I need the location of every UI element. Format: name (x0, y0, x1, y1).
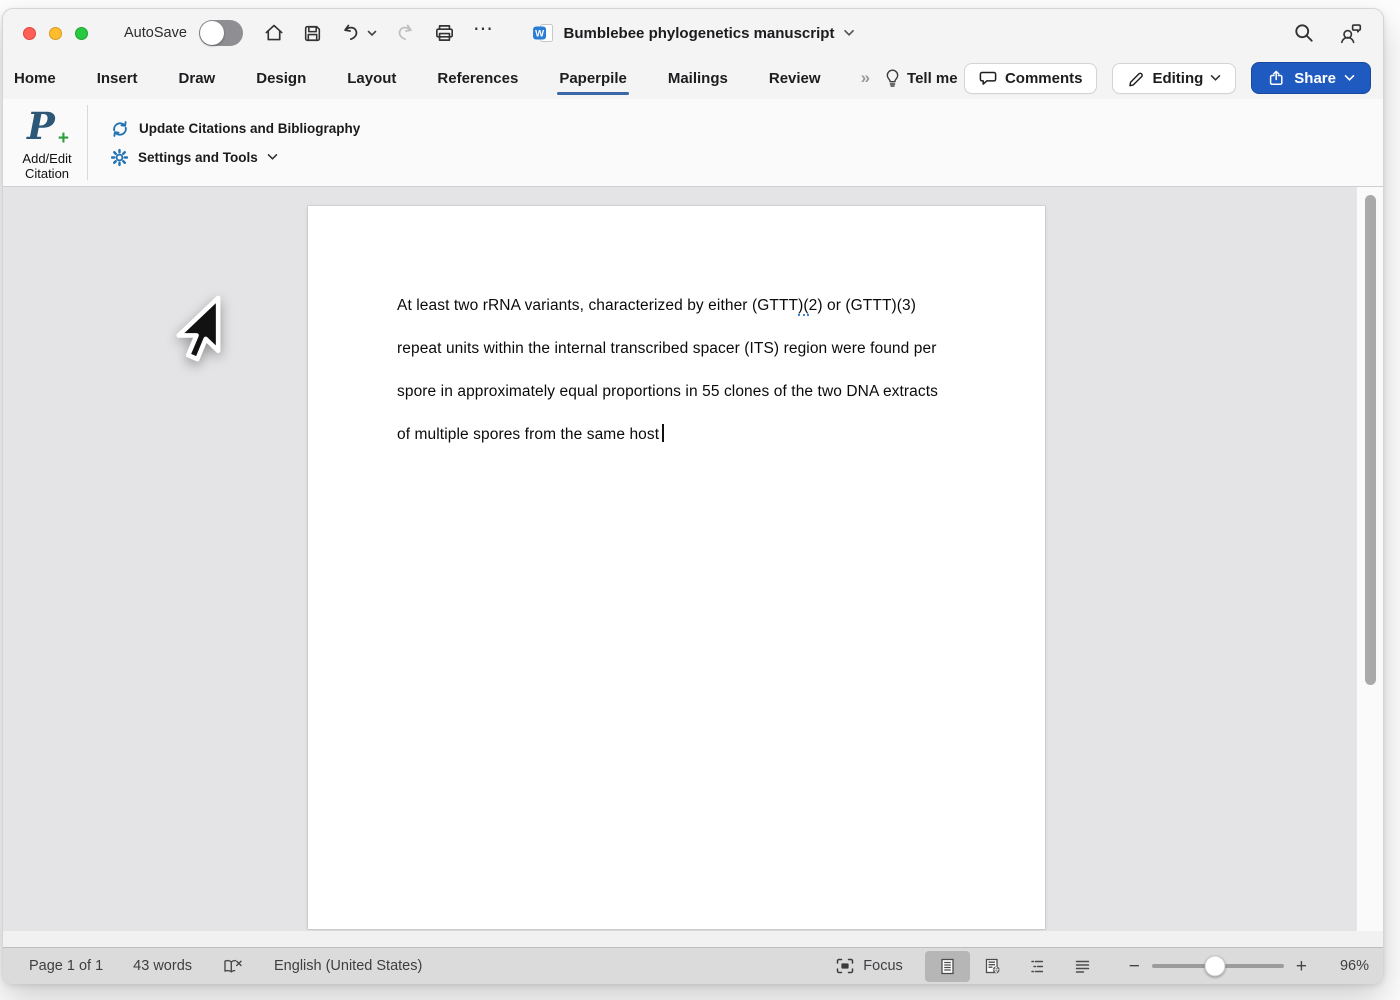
print-layout-view-button[interactable] (925, 951, 970, 982)
zoom-slider-track[interactable] (1152, 964, 1284, 968)
tab-review[interactable]: Review (768, 61, 822, 96)
document-canvas: At least two rRNA variants, characterize… (3, 187, 1383, 931)
web-layout-icon (983, 957, 1002, 976)
lightbulb-icon (884, 68, 901, 88)
zoom-in-button[interactable]: + (1296, 957, 1307, 976)
status-bar: Page 1 of 1 43 words English (United Sta… (3, 947, 1383, 984)
vertical-scrollbar-thumb[interactable] (1365, 195, 1376, 685)
share-button[interactable]: Share (1251, 62, 1371, 94)
document-text: At least two rRNA variants, characterize… (308, 206, 1045, 456)
comments-button[interactable]: Comments (964, 63, 1098, 94)
paperpile-ribbon: P + Add/Edit Citation Update Citations a… (3, 99, 1383, 187)
add-edit-citation-button[interactable]: P + Add/Edit Citation (9, 99, 85, 186)
doc-line-1: At least two rRNA variants, characterize… (397, 284, 985, 327)
word-count-status[interactable]: 43 words (133, 958, 192, 974)
home-icon[interactable] (263, 22, 285, 44)
settings-and-tools-button[interactable]: Settings and Tools (110, 148, 360, 167)
undo-menu-chevron-icon (367, 30, 377, 37)
add-edit-citation-label-2: Citation (22, 166, 71, 181)
document-title: Bumblebee phylogenetics manuscript (564, 25, 835, 42)
undo-button[interactable] (340, 22, 377, 44)
pencil-icon (1127, 69, 1145, 87)
tab-paperpile[interactable]: Paperpile (558, 61, 628, 96)
fullscreen-window-button[interactable] (75, 27, 88, 40)
search-icon[interactable] (1293, 22, 1315, 44)
add-edit-citation-label-1: Add/Edit (22, 151, 71, 166)
editing-chevron-icon (1210, 74, 1221, 82)
close-window-button[interactable] (23, 27, 36, 40)
tab-design[interactable]: Design (255, 61, 307, 96)
autosave-label: AutoSave (124, 25, 187, 41)
more-toolbar-options-icon[interactable]: ⋯ (473, 24, 495, 42)
focus-icon (835, 957, 855, 975)
zoom-out-button[interactable]: − (1129, 957, 1140, 976)
zoom-control: − + 96% (1129, 957, 1369, 976)
contacts-presence-icon[interactable] (1339, 22, 1363, 44)
doc-line-2: repeat units within the internal transcr… (397, 327, 985, 370)
view-switcher (925, 951, 1105, 982)
zoom-slider-thumb[interactable] (1205, 956, 1226, 977)
title-menu-chevron-icon (843, 29, 854, 37)
document-title-menu[interactable]: W Bumblebee phylogenetics manuscript (532, 9, 855, 57)
autosave-toggle[interactable] (199, 20, 243, 46)
draft-view-button[interactable] (1060, 951, 1105, 982)
ribbon-divider (87, 105, 88, 180)
zoom-percentage[interactable]: 96% (1319, 958, 1369, 974)
sync-refresh-icon (110, 119, 130, 139)
ribbon-tab-bar: Home Insert Draw Design Layout Reference… (3, 57, 1383, 99)
paperpile-logo-icon: P + (27, 106, 67, 148)
proofing-errors-icon[interactable] (222, 957, 244, 976)
language-status[interactable]: English (United States) (274, 958, 422, 974)
focus-mode-button[interactable]: Focus (835, 957, 903, 975)
tab-overflow-chevron-icon[interactable]: » (861, 68, 870, 88)
autosave-toggle-knob (200, 21, 224, 45)
grammar-flagged-text[interactable]: )( (798, 297, 809, 316)
share-chevron-icon (1344, 74, 1355, 82)
redo-button[interactable] (394, 22, 416, 44)
web-layout-view-button[interactable] (970, 951, 1015, 982)
tab-references[interactable]: References (436, 61, 519, 96)
page-count-status[interactable]: Page 1 of 1 (29, 958, 103, 974)
settings-chevron-icon (267, 153, 278, 161)
share-icon (1267, 69, 1286, 87)
gear-icon (110, 148, 129, 167)
tab-draw[interactable]: Draw (178, 61, 217, 96)
print-icon[interactable] (433, 22, 456, 44)
doc-line-4: of multiple spores from the same host (397, 413, 985, 456)
window-controls (23, 27, 88, 40)
text-caret (662, 424, 664, 442)
mouse-pointer-icon (169, 293, 223, 367)
comment-bubble-icon (979, 69, 998, 87)
document-page[interactable]: At least two rRNA variants, characterize… (308, 206, 1045, 929)
tab-home[interactable]: Home (13, 61, 57, 96)
vertical-scrollbar-track[interactable] (1356, 187, 1383, 931)
horizontal-scroll-strip[interactable] (3, 931, 1383, 947)
save-icon[interactable] (302, 23, 323, 44)
title-bar: AutoSave (3, 9, 1383, 57)
editing-mode-button[interactable]: Editing (1112, 63, 1236, 94)
tab-layout[interactable]: Layout (346, 61, 397, 96)
word-document-icon: W (532, 22, 555, 45)
draft-view-icon (1073, 957, 1092, 976)
tab-insert[interactable]: Insert (96, 61, 139, 96)
print-layout-icon (938, 957, 957, 976)
word-app-window: AutoSave (2, 8, 1384, 984)
minimize-window-button[interactable] (49, 27, 62, 40)
tell-me-button[interactable]: Tell me (884, 68, 958, 88)
outline-view-icon (1028, 957, 1047, 976)
doc-line-3: spore in approximately equal proportions… (397, 370, 985, 413)
update-citations-button[interactable]: Update Citations and Bibliography (110, 119, 360, 139)
outline-view-button[interactable] (1015, 951, 1060, 982)
svg-text:W: W (535, 28, 544, 39)
tab-mailings[interactable]: Mailings (667, 61, 729, 96)
